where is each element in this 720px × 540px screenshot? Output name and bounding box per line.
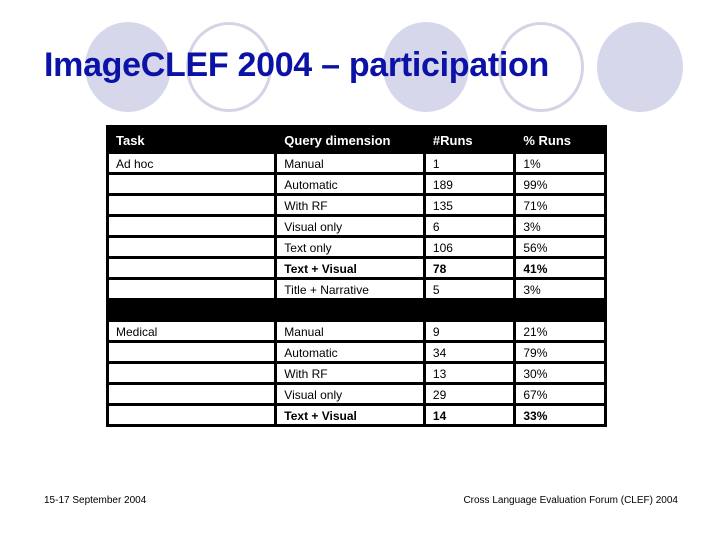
header-percent-runs: % Runs: [513, 125, 607, 154]
runs-cell: 14: [422, 403, 517, 427]
query-dimension-cell: Automatic: [274, 172, 426, 196]
query-dimension-cell: Text only: [274, 235, 426, 259]
header-query-dimension: Query dimension: [274, 125, 426, 154]
task-cell: [105, 172, 278, 196]
runs-cell: 78: [422, 256, 517, 280]
query-dimension-cell: Manual: [274, 319, 426, 343]
runs-cell: 135: [422, 193, 517, 217]
table-row: Visual only 29 67%: [105, 382, 607, 406]
task-cell: [105, 235, 278, 259]
task-cell: [105, 340, 278, 364]
percent-runs-cell: 71%: [513, 193, 607, 217]
table-row: With RF 135 71%: [105, 193, 607, 217]
query-dimension-cell: Visual only: [274, 214, 426, 238]
task-cell: [105, 403, 278, 427]
table-row: Medical Manual 9 21%: [105, 319, 607, 343]
runs-cell: 13: [422, 361, 517, 385]
runs-cell: 29: [422, 382, 517, 406]
task-cell: [105, 256, 278, 280]
query-dimension-cell: Text + Visual: [274, 403, 426, 427]
task-cell: Ad hoc: [105, 151, 278, 175]
table-row: Text only 106 56%: [105, 235, 607, 259]
slide-title: ImageCLEF 2004 – participation: [44, 46, 549, 84]
query-dimension-cell: Text + Visual: [274, 256, 426, 280]
percent-runs-cell: 30%: [513, 361, 607, 385]
query-dimension-cell: Visual only: [274, 382, 426, 406]
header-task: Task: [105, 125, 278, 154]
query-dimension-cell: With RF: [274, 361, 426, 385]
percent-runs-cell: 99%: [513, 172, 607, 196]
task-cell: Medical: [105, 319, 278, 343]
query-dimension-cell: Title + Narrative: [274, 277, 426, 301]
task-cell: [105, 361, 278, 385]
runs-cell: 189: [422, 172, 517, 196]
task-cell: [105, 382, 278, 406]
percent-runs-cell: 3%: [513, 277, 607, 301]
query-dimension-cell: Automatic: [274, 340, 426, 364]
table-row: Title + Narrative 5 3%: [105, 277, 607, 301]
group-separator-row: [105, 298, 607, 322]
percent-runs-cell: 1%: [513, 151, 607, 175]
runs-cell: 106: [422, 235, 517, 259]
header-runs: #Runs: [422, 125, 517, 154]
runs-cell: 5: [422, 277, 517, 301]
runs-cell: 1: [422, 151, 517, 175]
task-cell: [105, 277, 278, 301]
percent-runs-cell: 21%: [513, 319, 607, 343]
percent-runs-cell: 56%: [513, 235, 607, 259]
table-row: Text + Visual 78 41%: [105, 256, 607, 280]
runs-cell: 6: [422, 214, 517, 238]
table-row: Automatic 34 79%: [105, 340, 607, 364]
runs-cell: 34: [422, 340, 517, 364]
separator-cell: [513, 298, 607, 322]
query-dimension-cell: Manual: [274, 151, 426, 175]
percent-runs-cell: 41%: [513, 256, 607, 280]
separator-cell: [422, 298, 517, 322]
percent-runs-cell: 33%: [513, 403, 607, 427]
footer-organization: Cross Language Evaluation Forum (CLEF) 2…: [463, 495, 678, 506]
runs-cell: 9: [422, 319, 517, 343]
table-row: Text + Visual 14 33%: [105, 403, 607, 427]
table-row: Ad hoc Manual 1 1%: [105, 151, 607, 175]
table-body: Ad hoc Manual 1 1% Automatic 189 99% With RF 135…: [105, 151, 607, 427]
percent-runs-cell: 79%: [513, 340, 607, 364]
query-dimension-cell: With RF: [274, 193, 426, 217]
footer-date: 15-17 September 2004: [44, 495, 147, 506]
separator-cell: [105, 298, 278, 322]
participation-table: Task Query dimension #Runs % Runs Ad hoc…: [105, 125, 607, 427]
percent-runs-cell: 3%: [513, 214, 607, 238]
table-header-row: Task Query dimension #Runs % Runs: [105, 125, 607, 154]
decorative-filled-circle: [597, 22, 683, 112]
task-cell: [105, 193, 278, 217]
table-row: With RF 13 30%: [105, 361, 607, 385]
task-cell: [105, 214, 278, 238]
separator-cell: [274, 298, 426, 322]
table-row: Visual only 6 3%: [105, 214, 607, 238]
table-row: Automatic 189 99%: [105, 172, 607, 196]
percent-runs-cell: 67%: [513, 382, 607, 406]
